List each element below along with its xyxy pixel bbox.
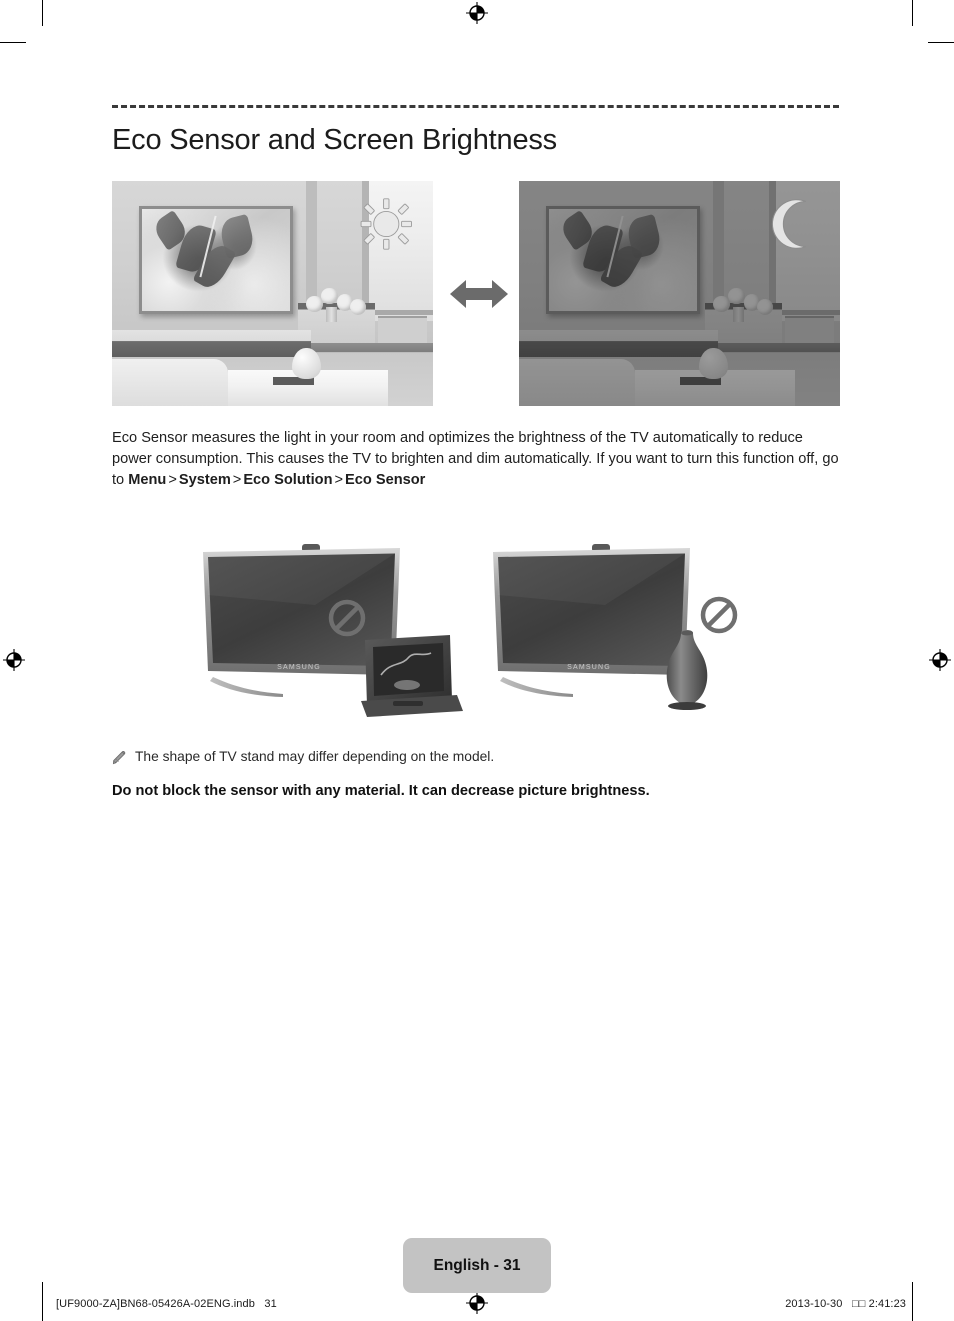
title-dashed-rule bbox=[112, 105, 839, 108]
window-sill bbox=[775, 309, 840, 316]
moon-icon bbox=[766, 197, 821, 251]
tv-screen-leaf-image bbox=[549, 209, 698, 312]
flower bbox=[321, 287, 338, 305]
tv-screen-leaf-image bbox=[142, 209, 291, 312]
page-content: Eco Sensor and Screen Brightness Eco Sen… bbox=[112, 105, 840, 802]
note-text: The shape of TV stand may differ dependi… bbox=[135, 749, 495, 765]
menu-path-separator: > bbox=[168, 472, 177, 489]
menu-path-separator: > bbox=[334, 472, 344, 489]
note-line: The shape of TV stand may differ dependi… bbox=[112, 747, 839, 767]
body-paragraph: Eco Sensor measures the light in your ro… bbox=[112, 428, 839, 491]
bright-room-photo bbox=[112, 181, 433, 407]
warning-text: Do not block the sensor with any materia… bbox=[112, 783, 650, 800]
sofa bbox=[519, 359, 635, 407]
svg-text:SAMSUNG: SAMSUNG bbox=[567, 664, 611, 671]
table-vase bbox=[698, 347, 728, 380]
wall-mounted-tv bbox=[546, 206, 701, 315]
page-title: Eco Sensor and Screen Brightness bbox=[112, 124, 557, 156]
sun-icon bbox=[359, 197, 414, 251]
photo-comparison-row bbox=[112, 181, 840, 407]
flower-vase bbox=[733, 307, 744, 323]
flower bbox=[712, 295, 730, 313]
wall-mounted-tv bbox=[139, 206, 294, 315]
menu-path-separator: > bbox=[232, 472, 242, 489]
dark-room-photo bbox=[519, 181, 840, 407]
flower bbox=[305, 295, 323, 313]
page-number-label: English - 31 bbox=[433, 1256, 521, 1274]
sofa-back bbox=[112, 329, 312, 357]
menu-path-system: System bbox=[178, 472, 231, 489]
tv-blocked-by-vase: SAMSUNG bbox=[485, 535, 775, 725]
flower-vase bbox=[326, 307, 337, 323]
table-vase bbox=[291, 347, 321, 380]
menu-path-eco-solution: Eco Solution bbox=[243, 472, 333, 489]
pencil-icon bbox=[112, 750, 127, 765]
manual-page: Eco Sensor and Screen Brightness Eco Sen… bbox=[0, 0, 954, 1321]
menu-path-eco-sensor: Eco Sensor bbox=[345, 472, 426, 489]
flower bbox=[349, 298, 367, 316]
no-entry-icon bbox=[700, 597, 738, 634]
tv-illustration-row: SAMSUNG SAMSUNG bbox=[112, 535, 839, 725]
footer-timestamp: 2013-10-30 □□ 2:41:23 bbox=[785, 1298, 906, 1310]
tv-blocked-by-photo-frame: SAMSUNG bbox=[195, 535, 485, 725]
flower bbox=[728, 287, 745, 305]
flower-arrangement bbox=[712, 285, 776, 323]
menu-path-menu: Menu bbox=[128, 472, 167, 489]
flower bbox=[756, 298, 774, 316]
window-sill bbox=[368, 309, 433, 316]
svg-text:SAMSUNG: SAMSUNG bbox=[277, 664, 321, 671]
sofa bbox=[112, 359, 228, 407]
sofa-back bbox=[519, 329, 719, 357]
page-number-badge: English - 31 bbox=[403, 1238, 551, 1293]
flower-arrangement bbox=[305, 285, 369, 323]
footer-file-reference: [UF9000-ZA]BN68-05426A-02ENG.indb 31 bbox=[56, 1298, 277, 1310]
double-headed-arrow-icon bbox=[448, 273, 510, 315]
